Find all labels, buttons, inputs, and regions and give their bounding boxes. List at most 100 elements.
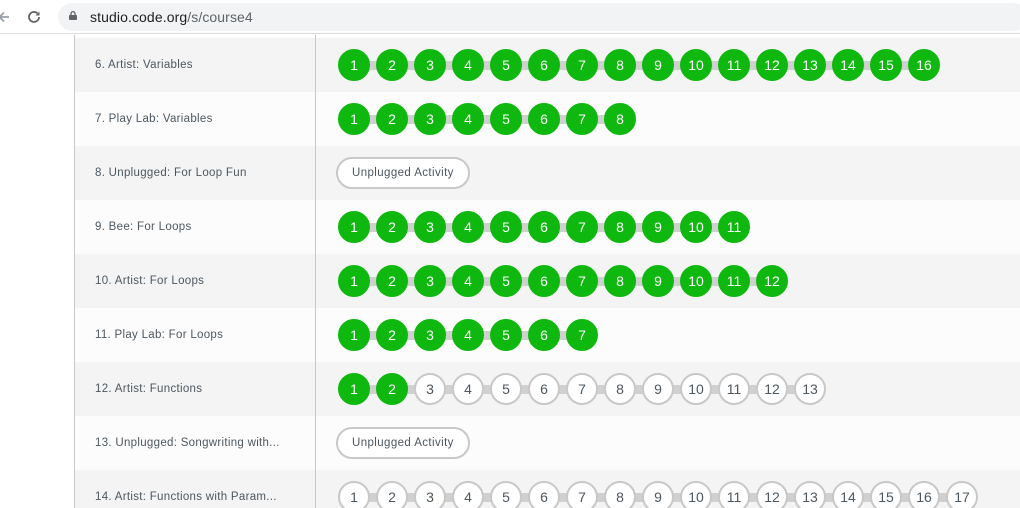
level-bubble[interactable]: 6 (528, 103, 560, 135)
level-bubble[interactable]: 7 (566, 481, 598, 508)
level-bubble[interactable]: 11 (718, 481, 750, 508)
lesson-name[interactable]: 12. Artist: Functions (95, 362, 310, 416)
lesson-progress-table: 6. Artist: Variables 1 2 3 4 5 6 7 8 9 10 11 12 13 14 1… (74, 35, 1020, 508)
level-bubble[interactable]: 8 (604, 373, 636, 405)
level-bubble[interactable]: 7 (566, 211, 598, 243)
level-bubble[interactable]: 8 (604, 103, 636, 135)
level-bubble[interactable]: 6 (528, 265, 560, 297)
level-bubble[interactable]: 10 (680, 49, 712, 81)
level-bubble[interactable]: 7 (566, 265, 598, 297)
address-bar[interactable]: studio.code.org/s/course4 (58, 3, 1020, 31)
unplugged-activity-button[interactable]: Unplugged Activity (336, 427, 470, 459)
level-bubble[interactable]: 9 (642, 481, 674, 508)
level-bubble[interactable]: 6 (528, 481, 560, 508)
level-bubble[interactable]: 6 (528, 319, 560, 351)
level-bubble[interactable]: 4 (452, 103, 484, 135)
level-bubble[interactable]: 8 (604, 49, 636, 81)
level-bubble[interactable]: 4 (452, 319, 484, 351)
level-bubble[interactable]: 4 (452, 373, 484, 405)
level-bubble[interactable]: 5 (490, 265, 522, 297)
level-bubble[interactable]: 5 (490, 49, 522, 81)
level-bubble[interactable]: 10 (680, 211, 712, 243)
level-bubble[interactable]: 14 (832, 49, 864, 81)
level-bubble[interactable]: 5 (490, 103, 522, 135)
lesson-name[interactable]: 11. Play Lab: For Loops (95, 308, 310, 362)
level-bubble[interactable]: 2 (376, 373, 408, 405)
level-bubble[interactable]: 4 (452, 211, 484, 243)
level-bubble[interactable]: 3 (414, 49, 446, 81)
level-bubble[interactable]: 5 (490, 211, 522, 243)
level-bubble[interactable]: 9 (642, 373, 674, 405)
level-bubble[interactable]: 12 (756, 49, 788, 81)
level-bubble[interactable]: 3 (414, 373, 446, 405)
level-bubble[interactable]: 5 (490, 481, 522, 508)
level-bubble[interactable]: 7 (566, 103, 598, 135)
level-bubble[interactable]: 1 (338, 103, 370, 135)
level-bubble[interactable]: 11 (718, 49, 750, 81)
level-bubble[interactable]: 12 (756, 481, 788, 508)
level-bubble[interactable]: 12 (756, 265, 788, 297)
level-bubble[interactable]: 9 (642, 49, 674, 81)
level-bubble[interactable]: 4 (452, 265, 484, 297)
level-bubble[interactable]: 5 (490, 373, 522, 405)
lesson-name[interactable]: 8. Unplugged: For Loop Fun (95, 146, 310, 200)
level-bubble[interactable]: 3 (414, 103, 446, 135)
level-bubble[interactable]: 9 (642, 265, 674, 297)
level-bubble[interactable]: 13 (794, 49, 826, 81)
level-bubble[interactable]: 15 (870, 481, 902, 508)
level-bubble[interactable]: 1 (338, 265, 370, 297)
url-path: /s/course4 (187, 9, 253, 25)
level-bubble[interactable]: 3 (414, 481, 446, 508)
level-bubble[interactable]: 3 (414, 319, 446, 351)
level-bubble[interactable]: 2 (376, 481, 408, 508)
level-bubble[interactable]: 4 (452, 481, 484, 508)
level-bubble[interactable]: 11 (718, 211, 750, 243)
lesson-name[interactable]: 13. Unplugged: Songwriting with... (95, 416, 310, 470)
level-bubble[interactable]: 2 (376, 319, 408, 351)
level-bubble[interactable]: 2 (376, 49, 408, 81)
level-bubble[interactable]: 2 (376, 103, 408, 135)
level-bubble[interactable]: 10 (680, 373, 712, 405)
level-bubble[interactable]: 1 (338, 319, 370, 351)
level-bubble[interactable]: 12 (756, 373, 788, 405)
level-bubble[interactable]: 8 (604, 265, 636, 297)
level-bubble[interactable]: 2 (376, 265, 408, 297)
level-bubble[interactable]: 6 (528, 211, 560, 243)
level-bubble[interactable]: 16 (908, 49, 940, 81)
level-bubble[interactable]: 11 (718, 265, 750, 297)
level-bubble[interactable]: 11 (718, 373, 750, 405)
level-bubble[interactable]: 7 (566, 319, 598, 351)
unplugged-activity-button[interactable]: Unplugged Activity (336, 157, 470, 189)
level-bubble[interactable]: 3 (414, 265, 446, 297)
lesson-name[interactable]: 9. Bee: For Loops (95, 200, 310, 254)
level-bubble[interactable]: 7 (566, 49, 598, 81)
level-bubble[interactable]: 10 (680, 265, 712, 297)
level-bubble[interactable]: 13 (794, 481, 826, 508)
lesson-name[interactable]: 7. Play Lab: Variables (95, 92, 310, 146)
level-bubble[interactable]: 6 (528, 373, 560, 405)
level-bubble[interactable]: 8 (604, 211, 636, 243)
level-bubble[interactable]: 1 (338, 49, 370, 81)
level-bubble[interactable]: 2 (376, 211, 408, 243)
level-bubble[interactable]: 1 (338, 481, 370, 508)
level-bubble[interactable]: 1 (338, 373, 370, 405)
level-bubble[interactable]: 5 (490, 319, 522, 351)
level-bubble[interactable]: 16 (908, 481, 940, 508)
level-bubble[interactable]: 15 (870, 49, 902, 81)
level-bubble[interactable]: 3 (414, 211, 446, 243)
reload-icon[interactable] (22, 5, 46, 29)
level-bubble[interactable]: 13 (794, 373, 826, 405)
level-bubble[interactable]: 1 (338, 211, 370, 243)
level-bubble[interactable]: 6 (528, 49, 560, 81)
level-bubble[interactable]: 14 (832, 481, 864, 508)
lesson-name[interactable]: 14. Artist: Functions with Param... (95, 470, 310, 508)
level-bubble[interactable]: 4 (452, 49, 484, 81)
level-bubble[interactable]: 17 (946, 481, 978, 508)
lesson-name[interactable]: 10. Artist: For Loops (95, 254, 310, 308)
level-bubble[interactable]: 9 (642, 211, 674, 243)
lesson-name[interactable]: 6. Artist: Variables (95, 38, 310, 92)
level-bubble[interactable]: 7 (566, 373, 598, 405)
level-bubble[interactable]: 10 (680, 481, 712, 508)
level-bubble[interactable]: 8 (604, 481, 636, 508)
back-arrow-icon[interactable] (0, 5, 16, 29)
